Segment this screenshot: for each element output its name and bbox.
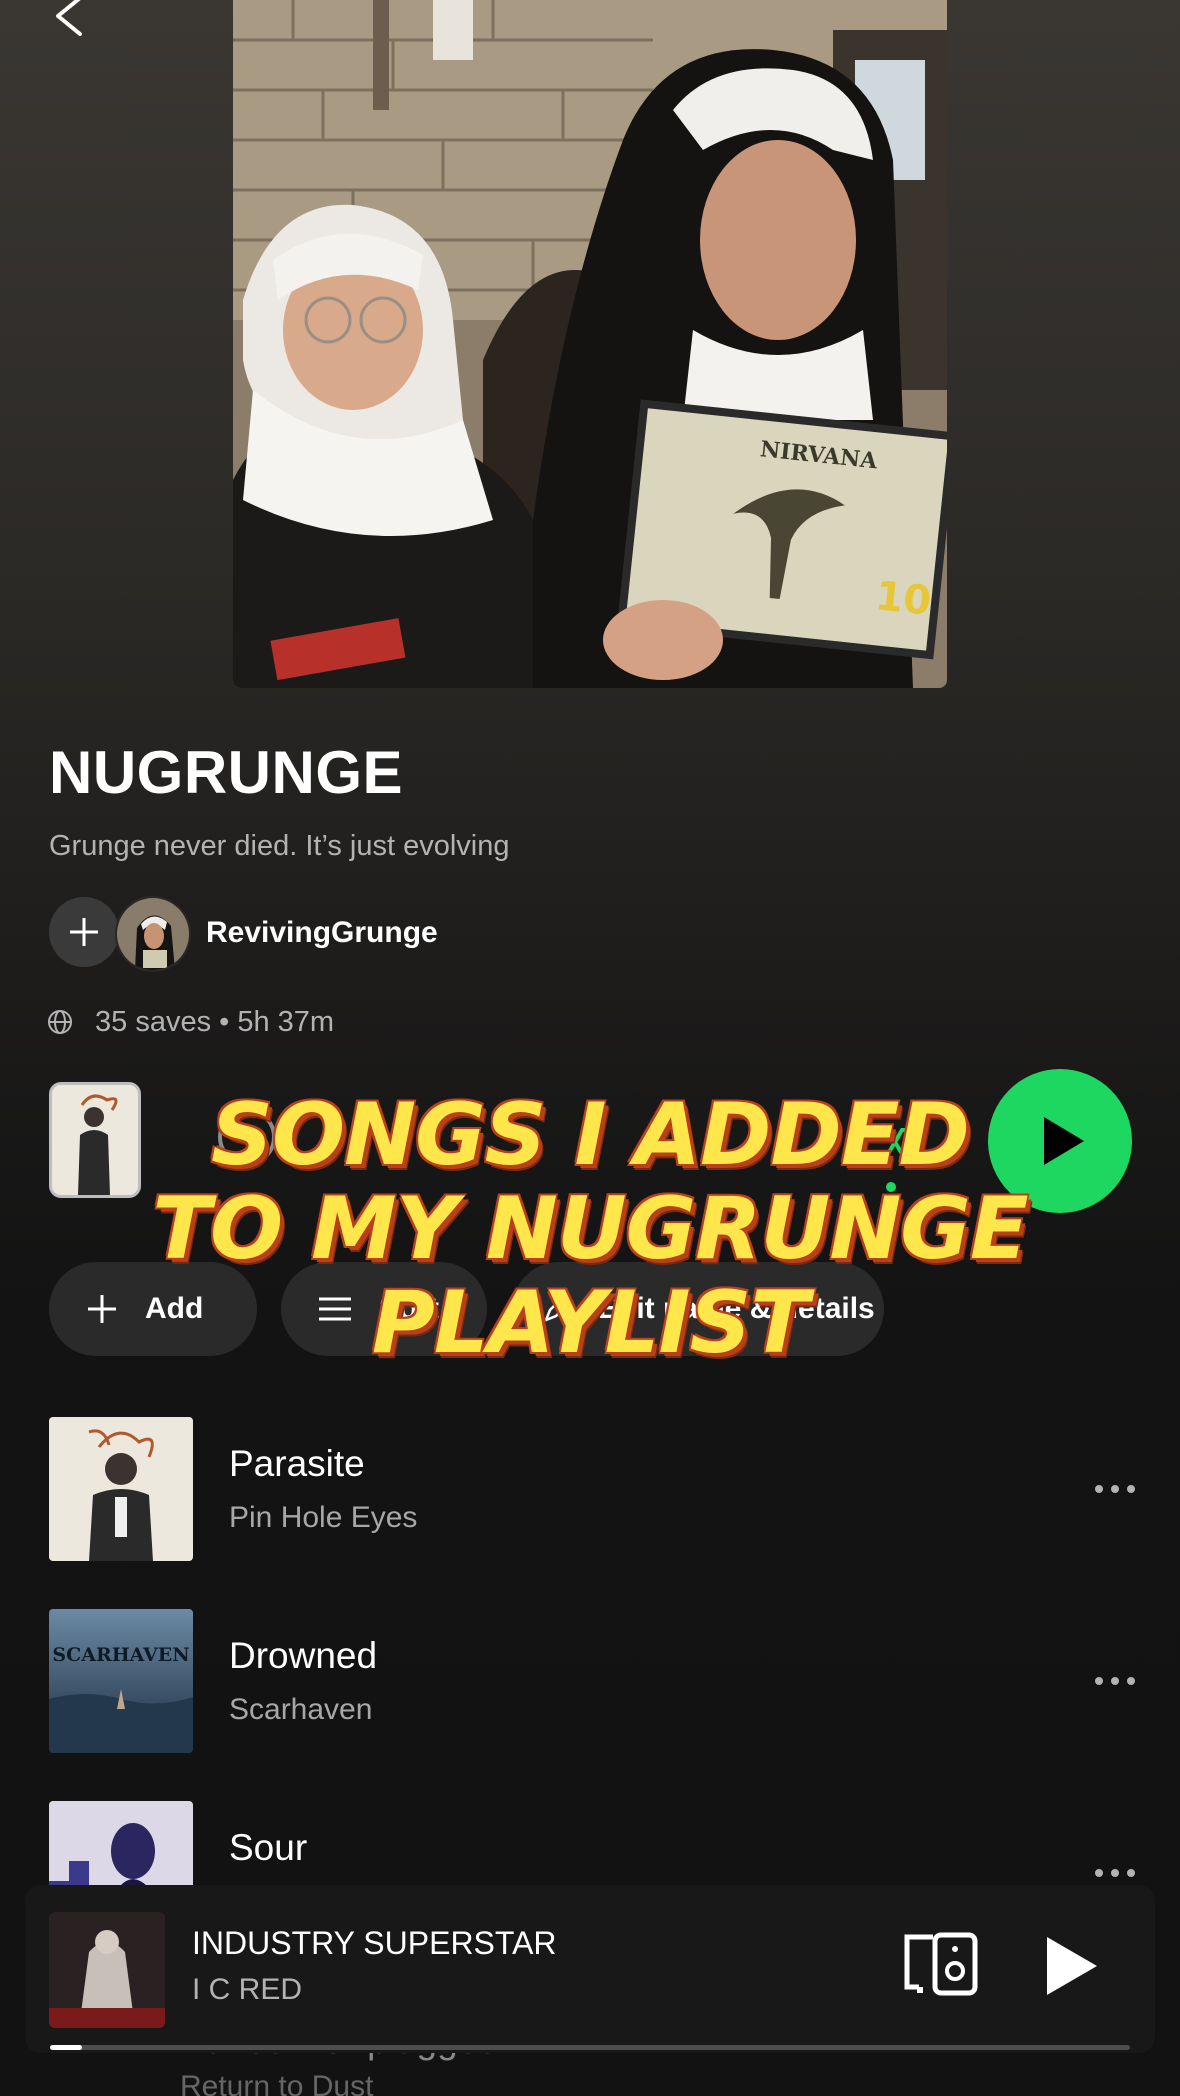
chevron-left-icon: [56, 0, 82, 36]
saves-duration-text: 35 saves • 5h 37m: [95, 1005, 335, 1038]
album-art-text: SCARHAVEN: [52, 1644, 189, 1666]
add-collaborator-button[interactable]: [49, 897, 119, 967]
playlist-meta: 35 saves • 5h 37m: [47, 1004, 334, 1040]
track-artist[interactable]: Pin Hole Eyes: [229, 1501, 417, 1535]
now-playing-artwork: [49, 1912, 165, 2028]
more-icon: [1095, 1677, 1135, 1685]
now-playing-bar[interactable]: INDUSTRY SUPERSTAR I C RED: [25, 1885, 1155, 2053]
globe-icon: [48, 1010, 72, 1034]
playback-progress-fill: [50, 2045, 83, 2050]
now-playing-artist: I C RED: [192, 1973, 303, 2006]
owner-row: RevivingGrunge: [49, 896, 649, 972]
more-icon: [1095, 1485, 1135, 1493]
plus-icon: [70, 918, 98, 946]
now-playing-title: INDUSTRY SUPERSTAR: [192, 1925, 557, 1961]
devices-icon: [904, 1932, 978, 1996]
caption-line: SONGS I ADDED: [211, 1085, 970, 1185]
video-caption-overlay: SONGS I ADDED TO MY NUGRUNGE PLAYLIST: [120, 1088, 1060, 1370]
connect-device-button[interactable]: [903, 1931, 981, 1997]
track-row[interactable]: SCARHAVEN Drowned Scarhaven: [49, 1609, 1139, 1753]
track-title: Sour: [229, 1827, 308, 1868]
caption-line: PLAYLIST: [371, 1273, 809, 1373]
play-icon: [1047, 1937, 1097, 1995]
more-options-button[interactable]: [1091, 1661, 1139, 1701]
track-artist[interactable]: Return to Dust: [180, 2070, 373, 2096]
playlist-title: NUGRUNGE: [49, 739, 404, 806]
playlist-cover-image: NIRVANA 10: [233, 0, 947, 688]
caption-line: TO MY NUGRUNGE: [152, 1179, 1028, 1279]
more-options-button[interactable]: [1091, 1469, 1139, 1509]
track-title: Parasite: [229, 1443, 365, 1484]
playlist-page: NIRVANA 10 NUGRUNGE Grunge never died. I…: [0, 0, 1180, 2096]
track-title: Drowned: [229, 1635, 378, 1676]
svg-text:10: 10: [873, 573, 933, 625]
track-artwork: [49, 1417, 193, 1561]
owner-name[interactable]: RevivingGrunge: [206, 916, 438, 950]
track-row[interactable]: Parasite Pin Hole Eyes: [49, 1417, 1139, 1561]
back-button[interactable]: [44, 0, 94, 40]
track-artwork: SCARHAVEN: [49, 1609, 193, 1753]
playback-progress-bar[interactable]: [50, 2045, 1130, 2050]
avatar[interactable]: [115, 896, 191, 972]
track-artist[interactable]: Scarhaven: [229, 1693, 372, 1727]
plus-icon: [88, 1295, 116, 1323]
playlist-description: Grunge never died. It’s just evolving: [49, 830, 510, 862]
mini-play-button[interactable]: [1037, 1933, 1103, 1999]
